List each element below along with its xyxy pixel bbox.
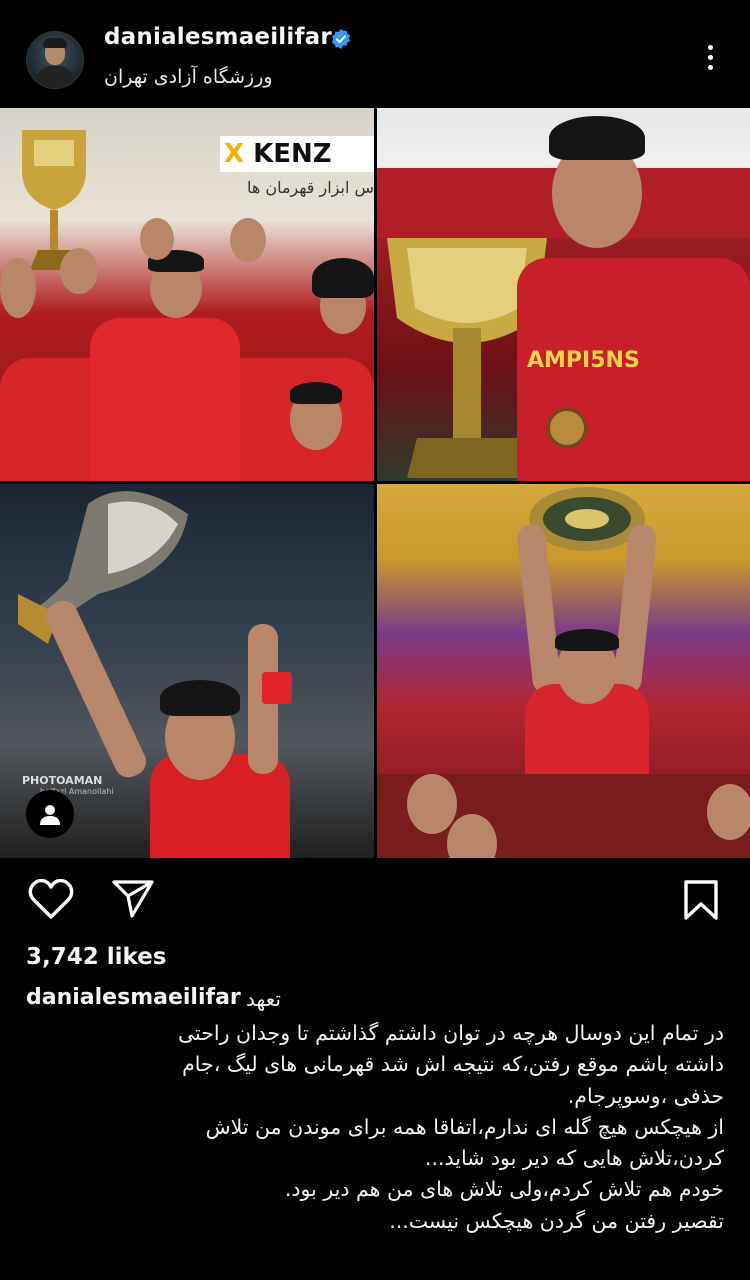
post-location[interactable]: ورزشگاه آزادی تهران: [104, 66, 273, 88]
heart-icon[interactable]: [28, 878, 74, 920]
caption-line: از هیچکس هیچ گله ای ندارم،اتفاقا همه برا…: [205, 1114, 724, 1139]
caption-line: تقصیر رفتن من گردن هیچکس نیست...: [389, 1208, 724, 1233]
post-header: danialesmaeilifar ورزشگاه آزادی تهران: [0, 0, 750, 108]
sponsor-logo: X KENZ: [220, 136, 374, 172]
sponsor-banner-text: س ابزار قهرمان ها: [246, 178, 374, 197]
caption-first-word: تعهد: [246, 987, 281, 1011]
caption-line: کردن،تلاش هایی که دیر بود شاید...: [424, 1146, 724, 1171]
caption-username[interactable]: danialesmaeilifar: [26, 985, 241, 1010]
send-icon[interactable]: [112, 880, 154, 918]
post-username[interactable]: danialesmaeilifar: [104, 24, 332, 50]
post-action-bar: [0, 858, 750, 938]
more-options-icon[interactable]: [698, 42, 722, 76]
caption-line: خودم هم تلاش کردم،ولی تلاش های من هم دیر…: [284, 1177, 724, 1202]
photo-team-celebration: X KENZ س ابزار قهرمان ها: [0, 108, 374, 481]
photo-player-supercup: PHOTOAMAN bolfazl Amanollahi: [0, 484, 374, 858]
likes-count[interactable]: 3,742 likes: [26, 944, 167, 970]
caption-text: در تمام این دوسال هرچه در توان داشتم گذا…: [26, 1018, 724, 1237]
user-tag-icon: [40, 805, 60, 825]
bookmark-icon[interactable]: [684, 880, 718, 920]
verified-badge-icon: [331, 28, 351, 50]
photo-player-trophy: AMPI5NS: [377, 108, 750, 481]
caption-line: حذفی ،وسوپرجام.: [567, 1083, 724, 1108]
caption-line: داشته باشم موقع رفتن،که نتیجه اش شد قهرم…: [182, 1052, 724, 1077]
post-media[interactable]: X KENZ س ابزار قهرمان ها AMPI5NS PHOTOAM…: [0, 108, 750, 858]
user-tag-button[interactable]: [26, 790, 74, 838]
photo-player-shield: [377, 484, 750, 858]
profile-avatar[interactable]: [26, 31, 84, 89]
caption-line: در تمام این دوسال هرچه در توان داشتم گذا…: [177, 1021, 724, 1045]
photo-watermark: PHOTOAMAN bolfazl Amanollahi: [22, 774, 114, 796]
